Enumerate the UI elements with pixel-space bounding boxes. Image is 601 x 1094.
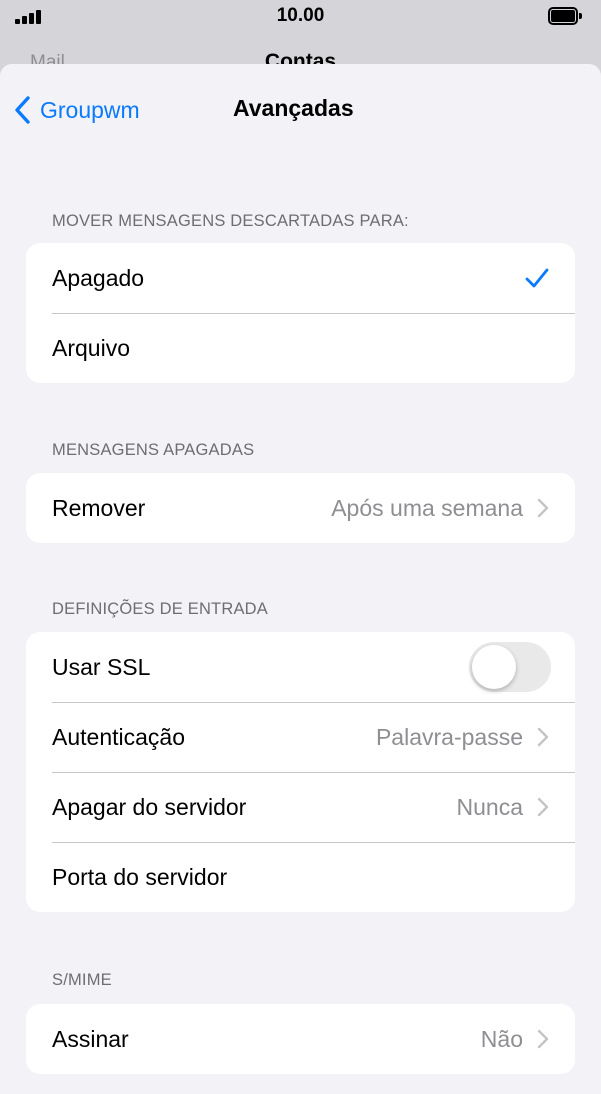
checkmark-icon bbox=[525, 268, 549, 288]
row-label: Assinar bbox=[52, 1025, 129, 1052]
settings-sheet: Groupwm Avançadas MOVER MENSAGENS DESCAR… bbox=[0, 64, 601, 1094]
battery-icon bbox=[548, 7, 582, 25]
back-button[interactable]: Groupwm bbox=[12, 92, 140, 128]
status-bar: 10.00 bbox=[0, 0, 601, 34]
row-porta-do-servidor[interactable]: Porta do servidor bbox=[26, 842, 575, 912]
row-value: Não bbox=[480, 1025, 523, 1052]
row-label: Remover bbox=[52, 494, 146, 521]
section-header-deleted: MENSAGENS APAGADAS bbox=[52, 441, 255, 459]
row-value: Palavra-passe bbox=[375, 723, 523, 750]
chevron-right-icon bbox=[537, 498, 549, 518]
row-label: Autenticação bbox=[52, 723, 185, 750]
chevron-left-icon bbox=[15, 96, 30, 124]
row-autenticacao[interactable]: Autenticação Palavra-passe bbox=[26, 702, 575, 772]
section-header-incoming: DEFINIÇÕES DE ENTRADA bbox=[52, 600, 268, 618]
group-deleted: Remover Após uma semana bbox=[26, 473, 575, 543]
row-value: Nunca bbox=[456, 793, 523, 820]
row-assinar[interactable]: Assinar Não bbox=[26, 1004, 575, 1074]
group-smime: Assinar Não bbox=[26, 1004, 575, 1074]
back-button-label: Groupwm bbox=[40, 96, 140, 123]
chevron-right-icon bbox=[537, 727, 549, 747]
section-header-move: MOVER MENSAGENS DESCARTADAS PARA: bbox=[52, 212, 409, 230]
navigation-bar: Groupwm Avançadas bbox=[0, 64, 601, 154]
chevron-right-icon bbox=[537, 797, 549, 817]
group-incoming: Usar SSL Autenticação Palavra-passe Apag… bbox=[26, 632, 575, 912]
option-label: Apagado bbox=[52, 264, 145, 291]
option-label: Arquivo bbox=[52, 334, 130, 361]
row-apagar-do-servidor[interactable]: Apagar do servidor Nunca bbox=[26, 772, 575, 842]
ssl-toggle[interactable] bbox=[469, 642, 551, 692]
row-usar-ssl: Usar SSL bbox=[26, 632, 575, 702]
row-value: Após uma semana bbox=[331, 494, 523, 521]
option-arquivo[interactable]: Arquivo bbox=[26, 313, 575, 383]
group-move: Apagado Arquivo bbox=[26, 243, 575, 383]
status-time: 10.00 bbox=[276, 5, 325, 26]
chevron-right-icon bbox=[537, 1029, 549, 1049]
option-apagado[interactable]: Apagado bbox=[26, 243, 575, 313]
section-header-smime: S/MIME bbox=[52, 971, 112, 989]
row-remover[interactable]: Remover Após uma semana bbox=[26, 473, 575, 543]
row-label: Porta do servidor bbox=[52, 863, 228, 890]
row-label: Apagar do servidor bbox=[52, 793, 247, 820]
page-title: Avançadas bbox=[233, 95, 354, 121]
row-label: Usar SSL bbox=[52, 653, 151, 680]
